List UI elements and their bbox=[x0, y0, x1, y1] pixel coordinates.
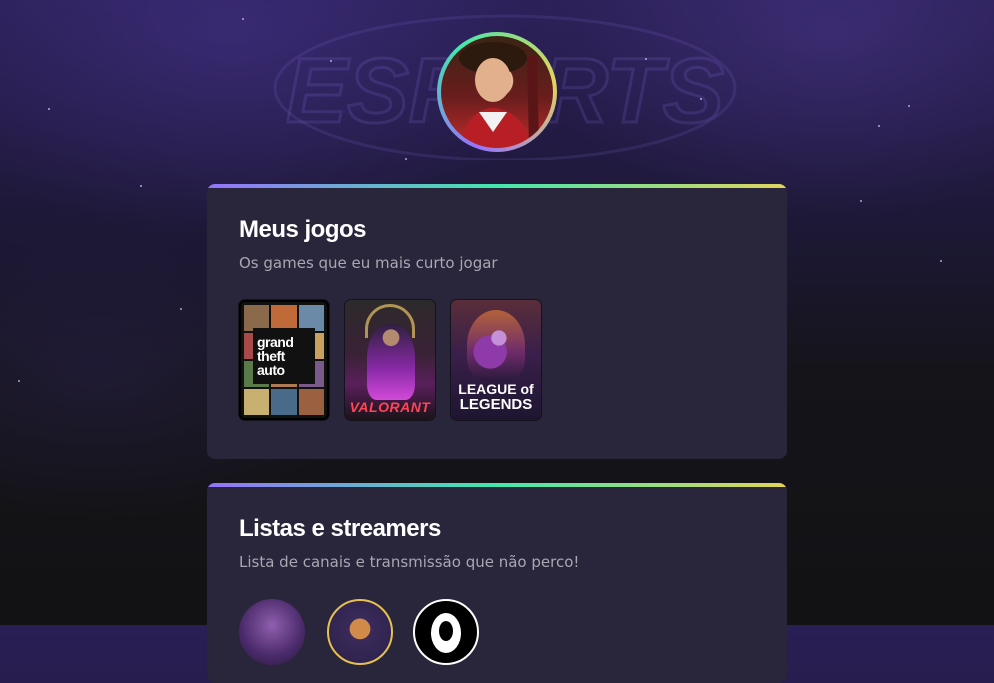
star bbox=[18, 380, 20, 382]
game-league-of-legends[interactable]: LEAGUE of LEGENDS bbox=[451, 300, 541, 420]
avatar bbox=[441, 36, 553, 148]
star bbox=[878, 125, 880, 127]
star bbox=[48, 108, 50, 110]
games-card: Meus jogos Os games que eu mais curto jo… bbox=[207, 184, 787, 459]
section-subtitle: Lista de canais e transmissão que não pe… bbox=[239, 553, 580, 571]
streamer-logo bbox=[439, 621, 453, 641]
star bbox=[860, 200, 862, 202]
streamer-avatar[interactable] bbox=[327, 599, 393, 665]
game-cover-art bbox=[467, 310, 525, 380]
star bbox=[700, 98, 702, 100]
streamer-avatar[interactable] bbox=[413, 599, 479, 665]
star bbox=[242, 18, 244, 20]
streamer-avatar[interactable] bbox=[239, 599, 305, 665]
star bbox=[405, 158, 407, 160]
streamers-card: Listas e streamers Lista de canais e tra… bbox=[207, 483, 787, 683]
game-gta-v[interactable]: grand theft auto bbox=[239, 300, 329, 420]
star bbox=[908, 105, 910, 107]
gta-logo: grand theft auto bbox=[253, 328, 315, 384]
profile-avatar-ring[interactable] bbox=[437, 32, 557, 152]
lol-logo: LEAGUE of LEGENDS bbox=[458, 381, 534, 413]
star bbox=[940, 260, 942, 262]
star bbox=[180, 308, 182, 310]
star bbox=[330, 60, 332, 62]
avatar-illustration bbox=[459, 42, 539, 148]
section-subtitle: Os games que eu mais curto jogar bbox=[239, 254, 498, 272]
game-valorant[interactable]: VALORANT bbox=[345, 300, 435, 420]
section-title: Meus jogos bbox=[239, 216, 367, 243]
star bbox=[645, 58, 647, 60]
star bbox=[140, 185, 142, 187]
section-title: Listas e streamers bbox=[239, 515, 441, 542]
game-cover-art bbox=[367, 324, 415, 400]
valorant-logo: VALORANT bbox=[349, 399, 431, 415]
